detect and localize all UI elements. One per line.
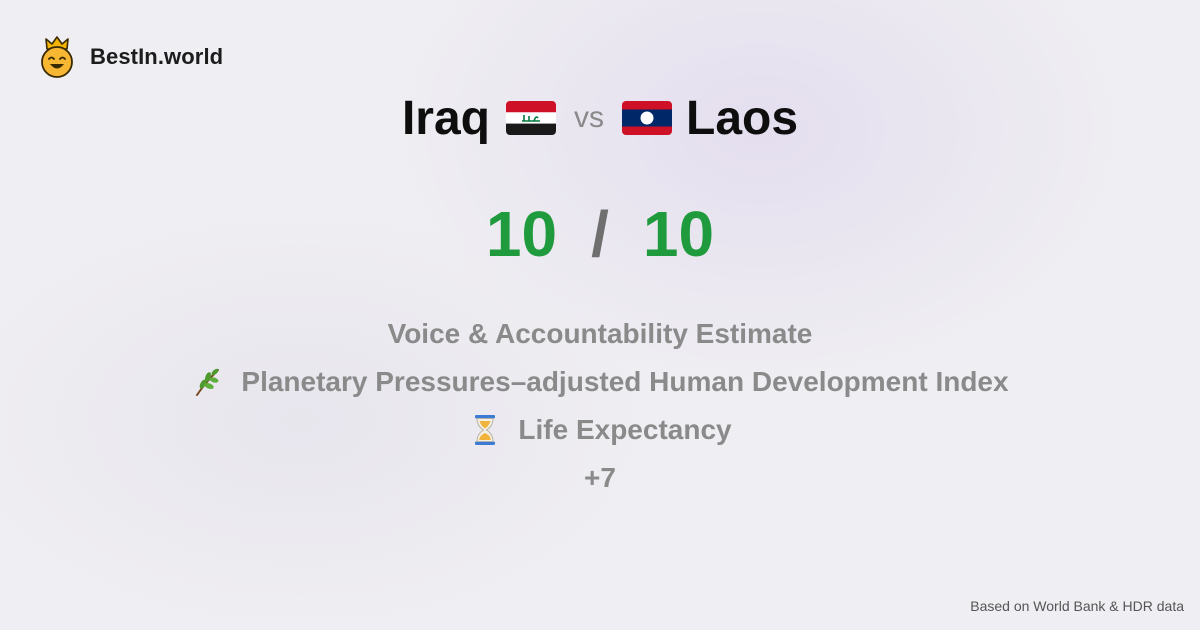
hourglass-icon <box>475 415 496 445</box>
herb-icon <box>196 368 220 396</box>
brand-name: BestIn.world <box>90 44 224 69</box>
metric-label: +7 <box>584 462 616 493</box>
score: 10 / 10 <box>0 196 1200 272</box>
metric-planetary-hdi: Planetary Pressures–adjusted Human Devel… <box>0 364 1200 400</box>
comparison-title: Iraq vs Laos <box>0 86 1200 150</box>
metric-label: Voice & Accountability Estimate <box>387 318 813 349</box>
crowned-smiley-icon <box>41 36 73 78</box>
metric-label: Life Expectancy <box>518 414 732 445</box>
right-score: 10 <box>642 198 715 270</box>
laos-flag-icon <box>622 101 672 135</box>
left-score: 10 <box>485 198 558 270</box>
right-country-name: Laos <box>686 91 799 145</box>
score-separator: / <box>591 198 609 270</box>
metric-label: Planetary Pressures–adjusted Human Devel… <box>241 366 1009 397</box>
brand[interactable]: BestIn.world <box>38 36 223 78</box>
data-source-note: Based on World Bank & HDR data <box>970 598 1184 614</box>
metric-more-count: +7 <box>0 460 1200 496</box>
metric-voice-accountability: Voice & Accountability Estimate <box>0 316 1200 352</box>
iraq-flag-icon <box>506 101 556 135</box>
vs-label: vs <box>574 101 604 134</box>
left-country-name: Iraq <box>401 91 490 145</box>
metric-life-expectancy: Life Expectancy <box>0 412 1200 448</box>
